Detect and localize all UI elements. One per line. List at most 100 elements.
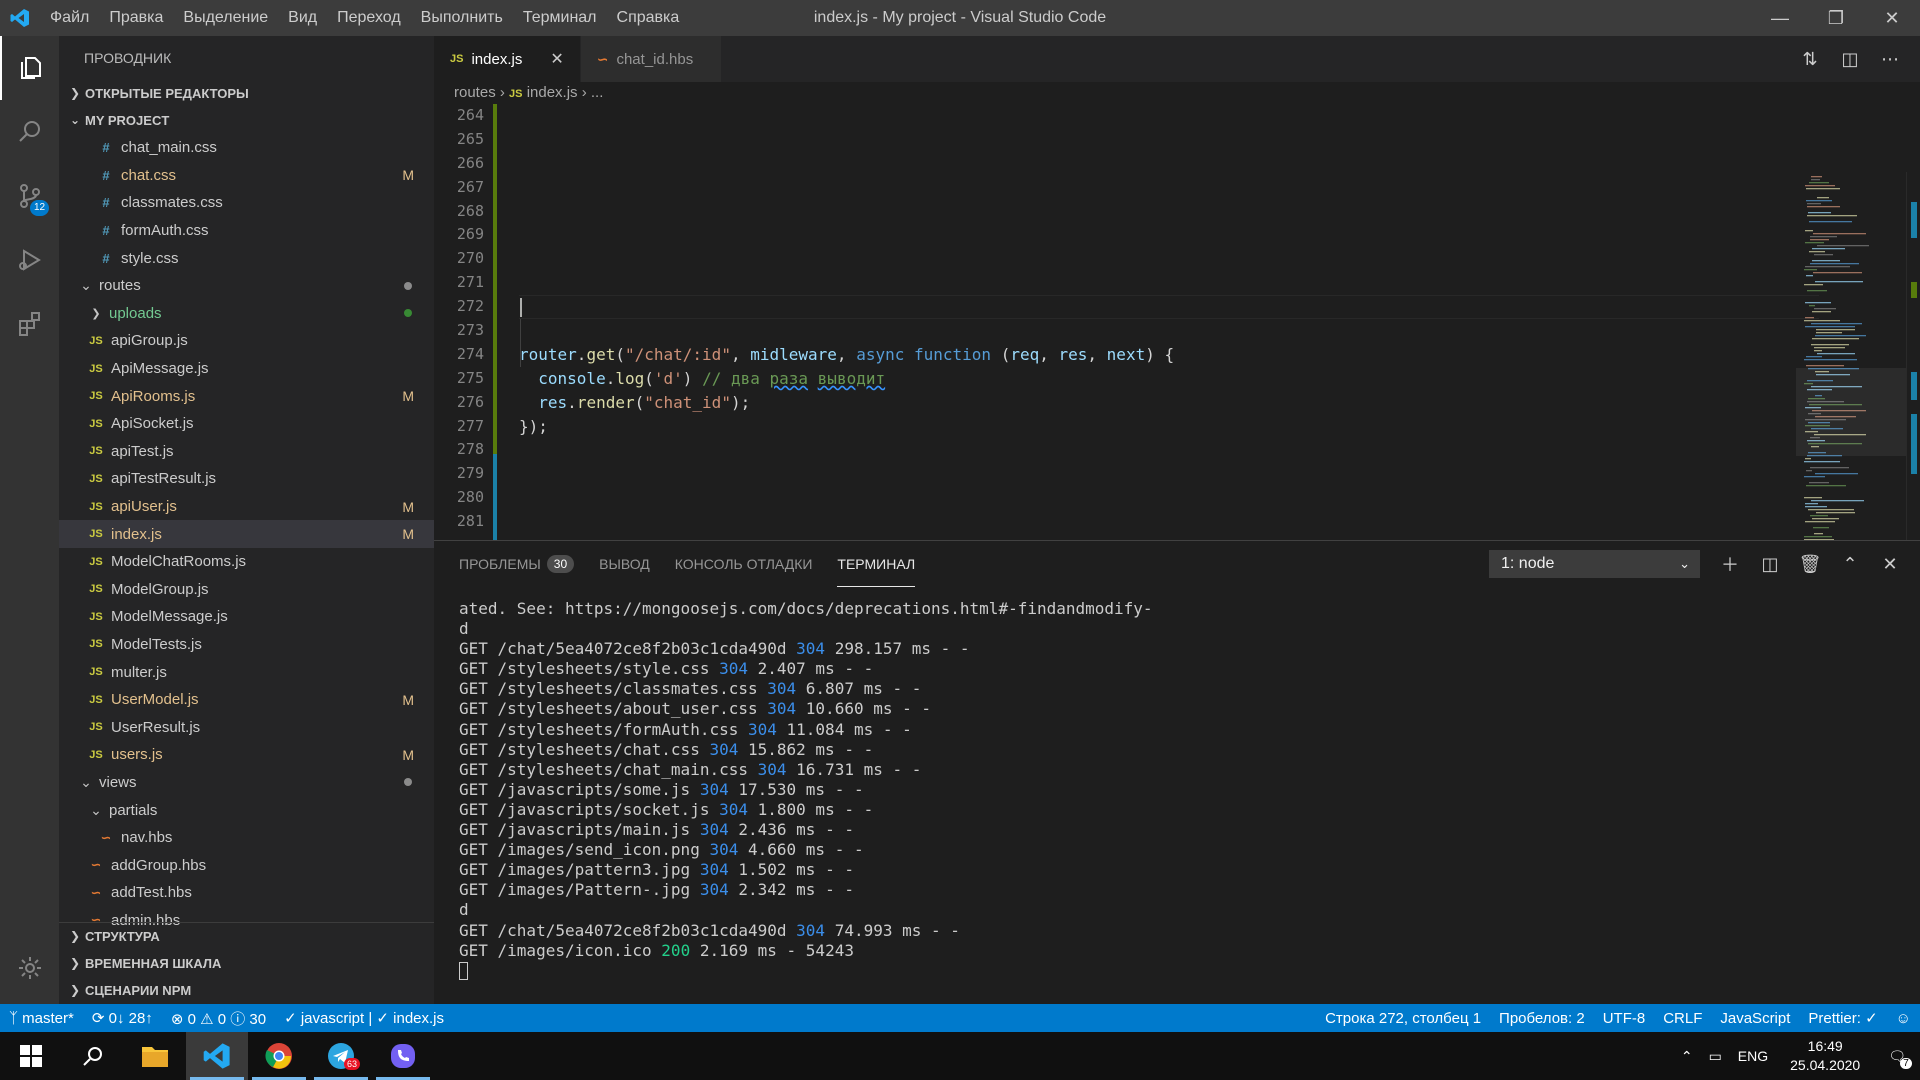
file-tree-item[interactable]: JS ApiSocket.js	[59, 410, 434, 438]
tab-chat-id-hbs[interactable]: ∽ chat_id.hbs	[580, 36, 723, 82]
menu-view[interactable]: Вид	[278, 0, 327, 36]
minimap[interactable]	[1796, 172, 1906, 540]
file-tree-item[interactable]: ⌄ partials	[59, 796, 434, 824]
extensions-icon[interactable]	[0, 292, 59, 356]
close-tab-icon[interactable]: ✕	[550, 49, 563, 69]
file-tree-item[interactable]: ⌄ views	[59, 769, 434, 797]
viber-icon[interactable]	[372, 1032, 434, 1080]
file-tree-item[interactable]: JS index.js M	[59, 520, 434, 548]
maximize-panel-icon[interactable]: ⌃	[1830, 554, 1870, 575]
file-tree-item[interactable]: ∽ addGroup.hbs	[59, 851, 434, 879]
cursor-position[interactable]: Строка 272, столбец 1	[1316, 1010, 1490, 1027]
file-tree-item[interactable]: JS ApiMessage.js	[59, 355, 434, 383]
file-tree-item[interactable]: # style.css	[59, 244, 434, 272]
restore-icon[interactable]: ❐	[1808, 0, 1864, 36]
line-ending[interactable]: CRLF	[1654, 1010, 1711, 1027]
search-icon[interactable]	[0, 100, 59, 164]
file-tree-item[interactable]: JS multer.js	[59, 658, 434, 686]
tab-output[interactable]: ВЫВОД	[599, 541, 650, 587]
tab-problems[interactable]: ПРОБЛЕМЫ 30	[459, 541, 575, 587]
terminal-select[interactable]: 1: node ⌄	[1489, 550, 1700, 578]
file-tree-item[interactable]: JS ModelTests.js	[59, 631, 434, 659]
close-window-icon[interactable]: ✕	[1864, 0, 1920, 36]
file-tree-item[interactable]: JS apiTestResult.js	[59, 465, 434, 493]
file-tree-item[interactable]: JS ModelChatRooms.js	[59, 548, 434, 576]
chrome-icon[interactable]	[248, 1032, 310, 1080]
eslint-indicator[interactable]: ✓ javascript | ✓ index.js	[275, 1009, 453, 1027]
minimap-viewport[interactable]	[1796, 368, 1906, 456]
file-tree-item[interactable]: ∽ nav.hbs	[59, 824, 434, 852]
feedback-icon[interactable]: ☺	[1887, 1010, 1920, 1027]
menu-terminal[interactable]: Терминал	[513, 0, 607, 36]
menu-file[interactable]: Файл	[40, 0, 99, 36]
more-actions-icon[interactable]: ⋯	[1870, 49, 1910, 70]
menu-run[interactable]: Выполнить	[411, 0, 513, 36]
breadcrumb-file[interactable]: index.js	[527, 84, 578, 101]
terminal-output[interactable]: ated. See: https://mongoosejs.com/docs/d…	[459, 599, 1899, 981]
file-tree-item[interactable]: JS users.js M	[59, 741, 434, 769]
open-editors-section[interactable]: ❯ ОТКРЫТЫЕ РЕДАКТОРЫ	[59, 80, 434, 107]
timeline-section[interactable]: ❯ ВРЕМЕННАЯ ШКАЛА	[59, 950, 434, 977]
breadcrumb-more[interactable]: ...	[591, 84, 604, 101]
file-tree-item[interactable]: JS ModelGroup.js	[59, 576, 434, 604]
menu-selection[interactable]: Выделение	[173, 0, 278, 36]
menu-edit[interactable]: Правка	[99, 0, 173, 36]
run-debug-icon[interactable]	[0, 228, 59, 292]
file-tree-item[interactable]: JS UserModel.js M	[59, 686, 434, 714]
vscode-taskbar-icon[interactable]	[186, 1032, 248, 1080]
editor-scrollbar[interactable]	[1906, 172, 1920, 540]
indentation[interactable]: Пробелов: 2	[1490, 1010, 1594, 1027]
project-section[interactable]: ⌄ MY PROJECT	[59, 107, 434, 134]
branch-indicator[interactable]: ᛉ master*	[0, 1010, 83, 1027]
compare-changes-icon[interactable]: ⇅	[1790, 49, 1830, 70]
code-editor[interactable]: 264 265 266 267 268 269 270 271 272 273 274 275 276 2…	[434, 104, 1920, 540]
trash-icon[interactable]: 🗑	[1790, 554, 1830, 575]
language-mode[interactable]: JavaScript	[1711, 1010, 1799, 1027]
input-language[interactable]: ENG	[1730, 1048, 1776, 1064]
file-tree-item[interactable]: # classmates.css	[59, 189, 434, 217]
file-tree-item[interactable]: ❯ uploads	[59, 300, 434, 328]
prettier-status[interactable]: Prettier: ✓	[1799, 1009, 1886, 1027]
file-tree-item[interactable]: JS apiUser.js M	[59, 493, 434, 521]
split-editor-icon[interactable]: ◫	[1830, 49, 1870, 70]
telegram-icon[interactable]: 63	[310, 1032, 372, 1080]
file-tree-item[interactable]: JS ApiRooms.js M	[59, 382, 434, 410]
system-clock[interactable]: 16:49 25.04.2020	[1776, 1037, 1874, 1075]
file-explorer-icon[interactable]	[124, 1032, 186, 1080]
tab-debug-console[interactable]: КОНСОЛЬ ОТЛАДКИ	[675, 541, 813, 587]
file-tree-item[interactable]: # formAuth.css	[59, 217, 434, 245]
explorer-icon[interactable]	[0, 36, 59, 100]
minimap-line	[1811, 176, 1822, 178]
outline-label: СТРУКТУРА	[85, 929, 160, 944]
sync-indicator[interactable]: ⟳ 0↓ 28↑	[83, 1009, 162, 1027]
file-tree-item[interactable]: ⌄ routes	[59, 272, 434, 300]
windows-start-icon[interactable]	[0, 1032, 62, 1080]
problems-indicator[interactable]: ⊗ 0 ⚠ 0 ⓘ 30	[162, 1008, 275, 1029]
taskbar-search-icon[interactable]	[62, 1032, 124, 1080]
encoding[interactable]: UTF-8	[1594, 1010, 1655, 1027]
file-tree-item[interactable]: ∽ addTest.hbs	[59, 879, 434, 907]
close-panel-icon[interactable]: ✕	[1870, 554, 1910, 575]
battery-icon[interactable]: ▭	[1701, 1048, 1730, 1065]
split-terminal-icon[interactable]: ◫	[1750, 554, 1790, 575]
menu-help[interactable]: Справка	[607, 0, 690, 36]
file-tree-item[interactable]: JS apiGroup.js	[59, 327, 434, 355]
file-tree-item[interactable]: # chat_main.css	[59, 134, 434, 162]
outline-section[interactable]: ❯ СТРУКТУРА	[59, 923, 434, 950]
minimize-icon[interactable]: —	[1752, 0, 1808, 36]
tab-index-js[interactable]: JS index.js ✕	[434, 36, 581, 82]
file-tree-item[interactable]: # chat.css M	[59, 162, 434, 190]
breadcrumb-folder[interactable]: routes	[454, 84, 496, 101]
file-tree-item[interactable]: JS apiTest.js	[59, 438, 434, 466]
file-tree-item[interactable]: JS UserResult.js	[59, 713, 434, 741]
npm-scripts-section[interactable]: ❯ СЦЕНАРИИ NPM	[59, 977, 434, 1004]
tab-terminal[interactable]: ТЕРМИНАЛ	[837, 541, 916, 587]
source-control-icon[interactable]: 12	[0, 164, 59, 228]
file-tree-item[interactable]: JS ModelMessage.js	[59, 603, 434, 631]
settings-gear-icon[interactable]	[0, 936, 59, 1000]
new-terminal-icon[interactable]: ＋	[1710, 551, 1750, 577]
menu-go[interactable]: Переход	[327, 0, 411, 36]
chevron-right-icon: ❯	[69, 956, 81, 970]
notifications-icon[interactable]: 🗨 7	[1874, 1048, 1920, 1069]
tray-expand-icon[interactable]: ⌃	[1673, 1048, 1701, 1065]
